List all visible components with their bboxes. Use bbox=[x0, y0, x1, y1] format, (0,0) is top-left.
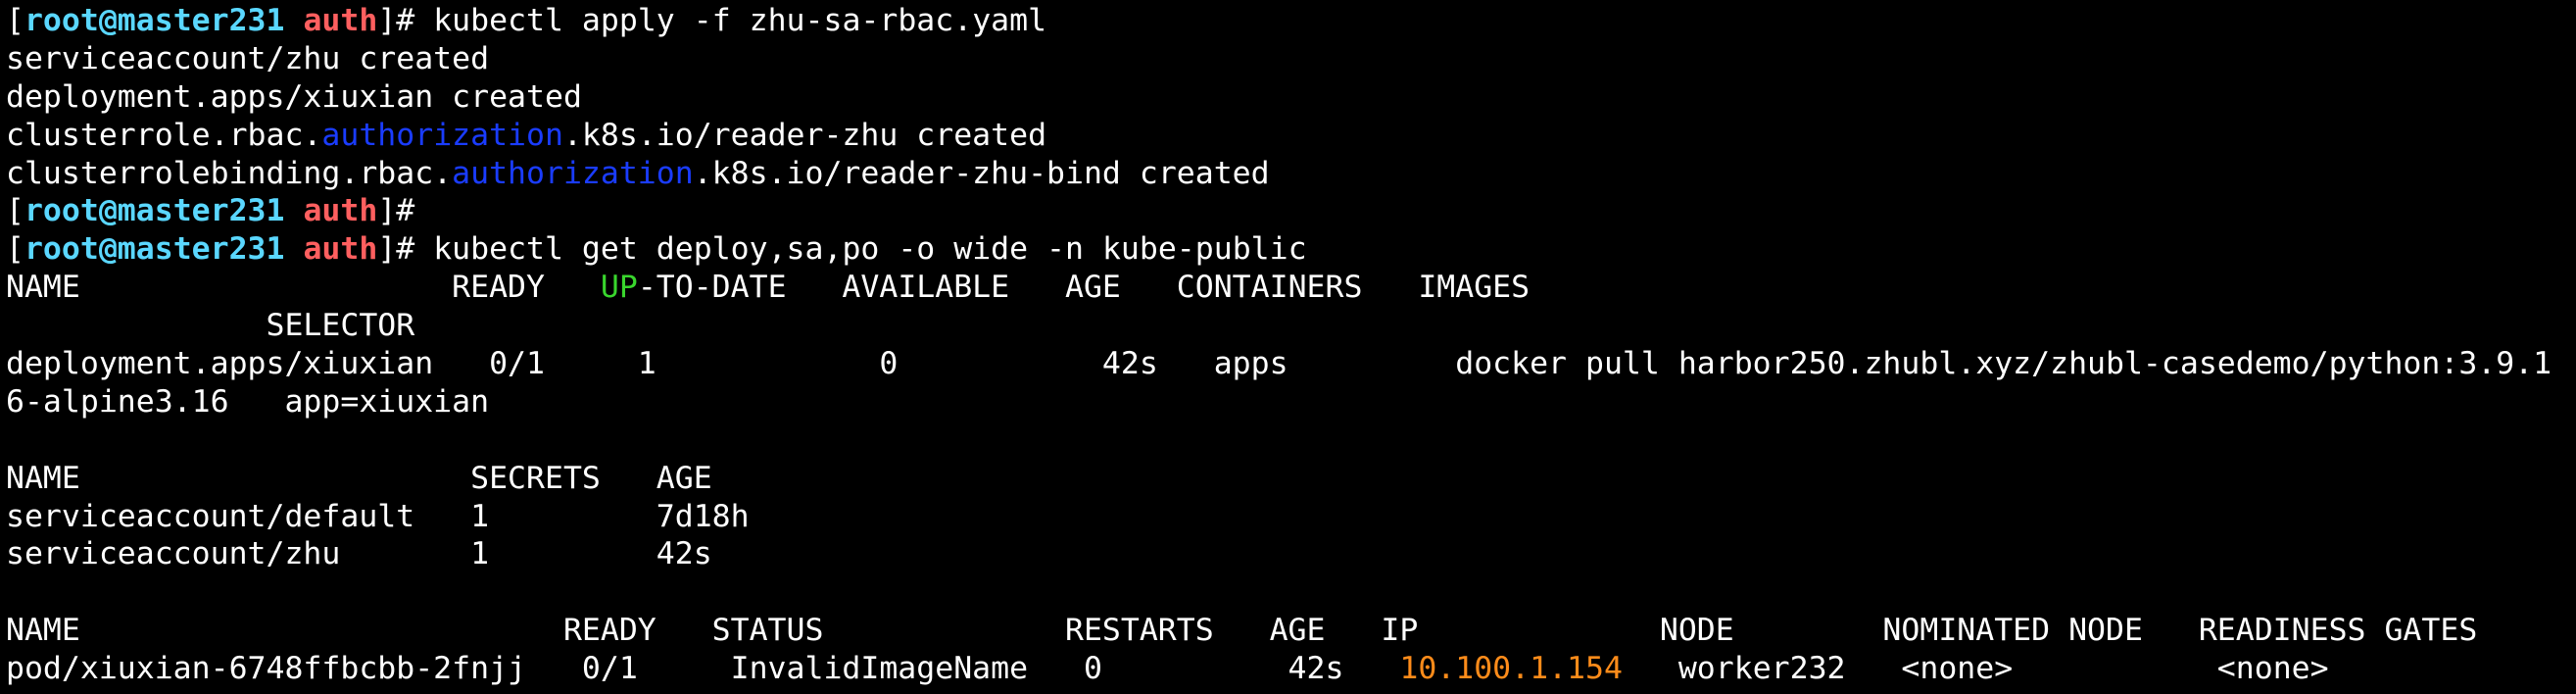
deploy-table-header: NAME READY UP-TO-DATE AVAILABLE AGE CONT… bbox=[6, 269, 2576, 307]
prompt-user: root bbox=[24, 231, 99, 268]
pod-table-row: pod/xiuxian-6748ffbcbb-2fnjj 0/1 Invalid… bbox=[6, 650, 2576, 688]
sa-table-header: NAME SECRETS AGE bbox=[6, 460, 712, 496]
prompt-user: root bbox=[24, 3, 99, 38]
prompt-symbol: # bbox=[396, 231, 415, 268]
output-text: .k8s.io/reader-zhu-bind created bbox=[693, 155, 1270, 191]
prompt-close-bracket: ] bbox=[377, 3, 397, 38]
prompt-open-bracket: [ bbox=[6, 3, 24, 38]
prompt-close-bracket: ] bbox=[377, 193, 397, 229]
header-text: -TO-DATE AVAILABLE AGE CONTAINERS IMAGES bbox=[637, 270, 1531, 306]
output-line: serviceaccount/zhu created bbox=[6, 40, 490, 76]
highlighted-text: authorization bbox=[321, 117, 563, 153]
prompt-close-bracket: ] bbox=[377, 231, 397, 268]
output-line: deployment.apps/xiuxian created bbox=[6, 78, 582, 115]
output-line: clusterrolebinding.rbac.authorization.k8… bbox=[6, 155, 2576, 193]
header-highlight: UP bbox=[600, 270, 638, 306]
output-text: clusterrolebinding.rbac. bbox=[6, 155, 453, 191]
prompt-at: @ bbox=[98, 231, 118, 268]
sa-table-row: serviceaccount/zhu 1 42s bbox=[6, 536, 712, 572]
header-text: NAME READY bbox=[6, 270, 601, 306]
prompt-at: @ bbox=[98, 193, 118, 229]
prompt-open-bracket: [ bbox=[6, 231, 24, 268]
prompt-host: master231 bbox=[117, 193, 285, 229]
deploy-table-row: deployment.apps/xiuxian 0/1 1 0 42s apps… bbox=[6, 346, 2552, 382]
prompt-at: @ bbox=[98, 3, 118, 38]
command-text: kubectl apply -f zhu-sa-rbac.yaml bbox=[433, 3, 1047, 38]
command-text: kubectl get deploy,sa,po -o wide -n kube… bbox=[433, 231, 1307, 268]
pod-table-header: NAME READY STATUS RESTARTS AGE IP NODE N… bbox=[6, 613, 2478, 649]
output-text: .k8s.io/reader-zhu created bbox=[562, 117, 1047, 153]
deploy-table-header-wrap: SELECTOR bbox=[6, 308, 415, 344]
output-line: clusterrole.rbac.authorization.k8s.io/re… bbox=[6, 117, 2576, 155]
terminal-window[interactable]: [root@master231 auth]# kubectl apply -f … bbox=[0, 0, 2576, 694]
sa-table-row: serviceaccount/default 1 7d18h bbox=[6, 498, 750, 534]
deploy-table-row-wrap: 6-alpine3.16 app=xiuxian bbox=[6, 383, 490, 420]
row-text: worker232 <none> <none> bbox=[1622, 651, 2329, 687]
prompt-line: [root@master231 auth]# kubectl apply -f … bbox=[6, 2, 2576, 40]
prompt-dir: auth bbox=[303, 193, 378, 229]
prompt-host: master231 bbox=[117, 231, 285, 268]
prompt-symbol: # bbox=[396, 193, 415, 229]
output-text: clusterrole.rbac. bbox=[6, 117, 322, 153]
row-text: pod/xiuxian-6748ffbcbb-2fnjj 0/1 Invalid… bbox=[6, 651, 1400, 687]
prompt-user: root bbox=[24, 193, 99, 229]
prompt-symbol: # bbox=[396, 3, 415, 38]
prompt-host: master231 bbox=[117, 3, 285, 38]
prompt-line: [root@master231 auth]# kubectl get deplo… bbox=[6, 230, 2576, 269]
prompt-dir: auth bbox=[303, 231, 378, 268]
prompt-line: [root@master231 auth]# bbox=[6, 192, 2576, 230]
pod-ip: 10.100.1.154 bbox=[1399, 651, 1623, 687]
highlighted-text: authorization bbox=[452, 155, 694, 191]
prompt-open-bracket: [ bbox=[6, 193, 24, 229]
prompt-dir: auth bbox=[303, 3, 378, 38]
